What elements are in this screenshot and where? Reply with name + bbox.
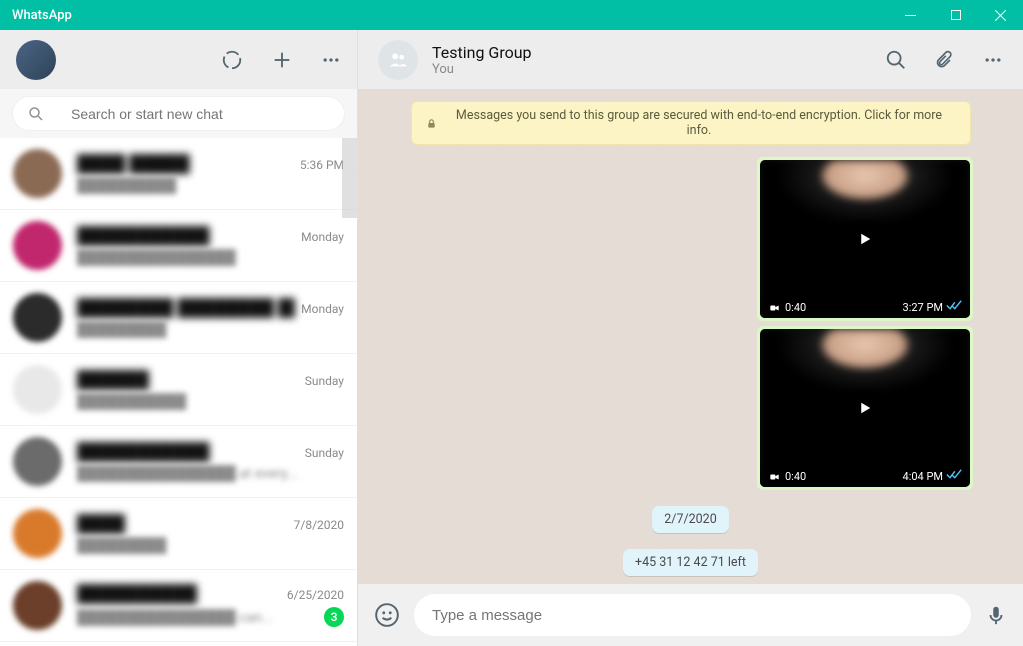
chat-time: 7/8/2020: [288, 518, 344, 532]
group-avatar-icon: [378, 40, 418, 80]
video-message[interactable]: 0:40 4:04 PM: [757, 326, 973, 490]
chat-time: 5:36 PM: [294, 158, 344, 172]
message-time: 3:27 PM: [903, 301, 943, 314]
chat-list-item[interactable]: ███████████ Sunday ████████████████ at eve…: [0, 426, 357, 498]
chat-avatar: [13, 149, 62, 198]
chat-time: Monday: [295, 230, 344, 244]
search-icon: [27, 105, 45, 123]
chat-name: ██████████: [77, 584, 197, 604]
search-field[interactable]: [71, 106, 330, 122]
unread-badge: 3: [324, 607, 344, 627]
play-icon[interactable]: [845, 388, 885, 428]
play-icon[interactable]: [845, 219, 885, 259]
chat-list-item[interactable]: ███████████ Monday ████████████████: [0, 210, 357, 282]
chat-name: ███████████: [77, 442, 210, 462]
chat-list-item[interactable]: ████████ ████████ ████..Monday █████████: [0, 282, 357, 354]
chat-avatar: [13, 221, 62, 270]
attach-icon[interactable]: [935, 49, 955, 71]
date-pill: 2/7/2020: [652, 506, 728, 533]
lock-icon: [426, 117, 437, 130]
conversation-header[interactable]: Testing Group You: [358, 30, 1023, 89]
encryption-banner[interactable]: Messages you send to this group are secu…: [411, 101, 971, 145]
status-icon[interactable]: [221, 49, 243, 71]
chat-time: Sunday: [299, 374, 344, 388]
chat-preview: █████████: [77, 537, 344, 554]
video-camera-icon: [768, 472, 781, 482]
search-in-chat-icon[interactable]: [885, 49, 907, 71]
chat-time: Monday: [295, 302, 344, 316]
chat-name: ██████: [77, 370, 149, 390]
new-chat-icon[interactable]: [271, 49, 293, 71]
mic-icon[interactable]: [985, 602, 1007, 628]
app-title: WhatsApp: [0, 8, 72, 23]
read-ticks-icon: [946, 300, 962, 314]
system-message: +45 31 12 42 71 left: [623, 549, 758, 576]
read-ticks-icon: [946, 469, 962, 483]
chat-avatar: [13, 581, 62, 630]
message-input[interactable]: [414, 594, 971, 636]
message-field[interactable]: [432, 607, 953, 624]
chat-preview: ██████████: [77, 177, 344, 194]
chat-avatar: [13, 293, 62, 342]
chat-time: 6/25/2020: [281, 588, 344, 602]
close-button[interactable]: [978, 0, 1023, 30]
chat-time: Sunday: [299, 446, 344, 460]
chat-list-item[interactable]: ██████████ 6/25/2020 ████████████████ can.…: [0, 570, 357, 642]
left-header: [0, 30, 357, 89]
menu-icon[interactable]: [321, 50, 341, 70]
chat-name: ███████████: [77, 226, 210, 246]
maximize-button[interactable]: [933, 0, 978, 30]
chat-preview: ███████████: [77, 393, 344, 410]
scrollbar[interactable]: [342, 138, 357, 218]
chat-avatar: [13, 365, 62, 414]
chat-preview: ████████████████ can...: [77, 609, 318, 626]
video-duration: 0:40: [785, 301, 806, 314]
chat-preview: █████████: [77, 321, 344, 338]
video-message[interactable]: 0:40 3:27 PM: [757, 157, 973, 321]
video-duration: 0:40: [785, 470, 806, 483]
chat-avatar: [13, 509, 62, 558]
chat-list: ████ █████5:36 PM█████████████████████Mo…: [0, 138, 357, 646]
video-camera-icon: [768, 303, 781, 313]
chat-name: ████: [77, 514, 125, 534]
search-input[interactable]: [12, 96, 345, 131]
chat-avatar: [13, 437, 62, 486]
conversation-subtitle: You: [432, 62, 871, 77]
avatar[interactable]: [16, 40, 56, 80]
chat-name: ████ █████: [77, 154, 190, 174]
chat-list-item[interactable]: ████ █████ 5:36 PM ██████████: [0, 138, 357, 210]
chat-preview: ████████████████ at every...: [77, 465, 344, 482]
chat-menu-icon[interactable]: [983, 50, 1003, 70]
conversation-title: Testing Group: [432, 43, 871, 62]
minimize-button[interactable]: [888, 0, 933, 30]
chat-preview: ████████████████: [77, 249, 344, 266]
chat-name: ████████ ████████ ████..: [77, 298, 295, 318]
chat-list-item[interactable]: ██████ Sunday ███████████: [0, 354, 357, 426]
emoji-icon[interactable]: [374, 602, 400, 628]
chat-list-item[interactable]: ████ 7/8/2020 █████████: [0, 498, 357, 570]
title-bar: WhatsApp: [0, 0, 1023, 30]
message-time: 4:04 PM: [903, 470, 943, 483]
banner-text: Messages you send to this group are secu…: [442, 108, 955, 138]
